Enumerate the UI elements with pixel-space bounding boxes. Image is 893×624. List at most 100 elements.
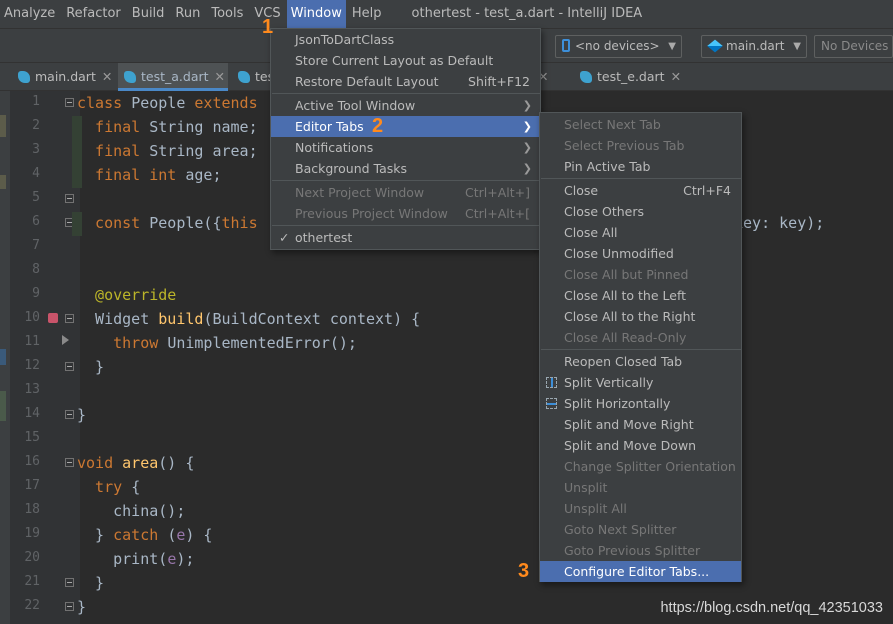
code-line: } xyxy=(77,358,105,376)
menu-tools[interactable]: Tools xyxy=(207,0,247,28)
code-line: final int age; xyxy=(77,166,222,184)
menu-separator xyxy=(272,93,541,94)
window-menu-item[interactable]: Notifications ❯ xyxy=(271,137,540,158)
editor-tabs-menu-item[interactable]: Close All to the Right xyxy=(540,306,741,327)
run-arrow-icon[interactable] xyxy=(62,335,69,345)
editor-tabs-menu-item[interactable]: Split and Move Right xyxy=(540,414,741,435)
menu-item-label: Select Next Tab xyxy=(564,117,661,132)
close-icon[interactable]: ✕ xyxy=(215,69,225,84)
code-line: const People({this xyxy=(77,214,258,232)
fold-toggle-icon[interactable] xyxy=(65,194,74,203)
fold-toggle-icon[interactable] xyxy=(65,410,74,419)
window-menu-item[interactable]: JsonToDartClass xyxy=(271,29,540,50)
close-icon[interactable]: ✕ xyxy=(671,69,681,84)
menu-analyze[interactable]: Analyze xyxy=(0,0,59,28)
fold-toggle-icon[interactable] xyxy=(65,602,74,611)
no-devices-button[interactable]: No Devices xyxy=(814,35,893,58)
code-line: @override xyxy=(77,286,177,304)
chevron-down-icon: ▼ xyxy=(668,41,676,52)
submenu-arrow-icon: ❯ xyxy=(522,162,532,175)
menu-item-label: Notifications xyxy=(295,140,374,155)
code-line: china(); xyxy=(77,502,186,520)
menu-separator xyxy=(541,349,742,350)
editor-tabs-menu-item[interactable]: Reopen Closed Tab xyxy=(540,351,741,372)
editor-tabs-menu-item[interactable]: Split Horizontally xyxy=(540,393,741,414)
window-menu-item[interactable]: Editor Tabs ❯ xyxy=(271,116,540,137)
window-menu-item[interactable]: ✓ othertest xyxy=(271,227,540,248)
menu-refactor[interactable]: Refactor xyxy=(62,0,125,28)
menu-item-label: Split and Move Right xyxy=(564,417,694,432)
menu-item-shortcut: Ctrl+Alt+[ xyxy=(465,206,530,221)
dart-file-icon xyxy=(18,71,30,83)
editor-tabs-menu-item[interactable]: Close Others xyxy=(540,201,741,222)
submenu-arrow-icon: ❯ xyxy=(522,141,532,154)
menu-item-label: Select Previous Tab xyxy=(564,138,685,153)
phone-icon xyxy=(562,39,570,52)
window-title: othertest - test_a.dart - IntelliJ IDEA xyxy=(411,6,643,21)
fold-toggle-icon[interactable] xyxy=(65,98,74,107)
checkmark-icon: ✓ xyxy=(279,230,290,245)
line-number: 9 xyxy=(32,286,40,301)
line-number: 6 xyxy=(32,214,40,229)
editor-tabs-submenu: Select Next Tab Select Previous Tab Pin Ac… xyxy=(539,112,742,582)
line-number: 7 xyxy=(32,238,40,253)
code-line: } catch (e) { xyxy=(77,526,213,544)
code-line: throw UnimplementedError(); xyxy=(77,334,357,352)
menu-item-label: othertest xyxy=(295,230,353,245)
tab-test-a-dart[interactable]: test_a.dart ✕ xyxy=(118,63,228,91)
menu-item-label: Split Horizontally xyxy=(564,396,671,411)
tab-partial[interactable]: tes xyxy=(232,63,272,91)
menu-separator xyxy=(272,180,541,181)
editor-tabs-menu-item: Goto Previous Splitter xyxy=(540,540,741,561)
menu-run[interactable]: Run xyxy=(171,0,204,28)
line-number: 14 xyxy=(24,406,40,421)
window-menu-item[interactable]: Active Tool Window ❯ xyxy=(271,95,540,116)
menu-window[interactable]: Window xyxy=(286,0,346,28)
menu-separator xyxy=(272,225,541,226)
override-marker-icon[interactable] xyxy=(48,313,58,323)
menu-item-label: Previous Project Window xyxy=(295,206,448,221)
menu-item-label: Unsplit xyxy=(564,480,608,495)
menu-build[interactable]: Build xyxy=(128,0,169,28)
menu-item-label: Store Current Layout as Default xyxy=(295,53,494,68)
menu-item-label: Reopen Closed Tab xyxy=(564,354,683,369)
menu-item-label: Split Vertically xyxy=(564,375,654,390)
line-number: 17 xyxy=(24,478,40,493)
fold-toggle-icon[interactable] xyxy=(65,362,74,371)
line-number: 2 xyxy=(32,118,40,133)
tab-test-e-dart[interactable]: test_e.dart ✕ xyxy=(574,63,684,91)
window-menu-item[interactable]: Store Current Layout as Default xyxy=(271,50,540,71)
close-icon[interactable]: ✕ xyxy=(102,69,112,84)
editor-tabs-menu-item[interactable]: Close All xyxy=(540,222,741,243)
device-selector[interactable]: <no devices> ▼ xyxy=(555,35,682,58)
menu-item-label: Close All Read-Only xyxy=(564,330,687,345)
code-line: try { xyxy=(77,478,141,496)
window-menu-item[interactable]: Background Tasks ❯ xyxy=(271,158,540,179)
fold-toggle-icon[interactable] xyxy=(65,578,74,587)
editor-tabs-menu-item[interactable]: Split and Move Down xyxy=(540,435,741,456)
run-config-selector[interactable]: main.dart ▼ xyxy=(701,35,807,58)
window-menu-item[interactable]: Restore Default Layout Shift+F12 xyxy=(271,71,540,92)
code-line: void area() { xyxy=(77,454,195,472)
editor-tabs-menu-item[interactable]: Configure Editor Tabs... xyxy=(540,561,741,582)
line-number: 1 xyxy=(32,94,40,109)
run-config-label: main.dart xyxy=(726,39,785,53)
menu-item-label: Change Splitter Orientation xyxy=(564,459,736,474)
split-vertical-icon xyxy=(546,377,557,388)
editor-tabs-menu-item[interactable]: Close All to the Left xyxy=(540,285,741,306)
fold-toggle-icon[interactable] xyxy=(65,458,74,467)
editor-tabs-menu-item[interactable]: Pin Active Tab xyxy=(540,156,741,177)
fold-toggle-icon[interactable] xyxy=(65,314,74,323)
line-number: 8 xyxy=(32,262,40,277)
editor-tabs-menu-item[interactable]: Close Unmodified xyxy=(540,243,741,264)
editor-tabs-menu-item[interactable]: Split Vertically xyxy=(540,372,741,393)
code-line: } xyxy=(77,598,87,616)
menu-help[interactable]: Help xyxy=(348,0,386,28)
editor-tabs-menu-item: Close All Read-Only xyxy=(540,327,741,348)
menu-item-label: Unsplit All xyxy=(564,501,627,516)
editor-tabs-menu-item[interactable]: Close Ctrl+F4 xyxy=(540,180,741,201)
menu-item-label: Background Tasks xyxy=(295,161,408,176)
tab-main-dart[interactable]: main.dart ✕ xyxy=(12,63,116,91)
chevron-down-icon: ▼ xyxy=(793,41,801,52)
flutter-icon xyxy=(707,39,723,53)
